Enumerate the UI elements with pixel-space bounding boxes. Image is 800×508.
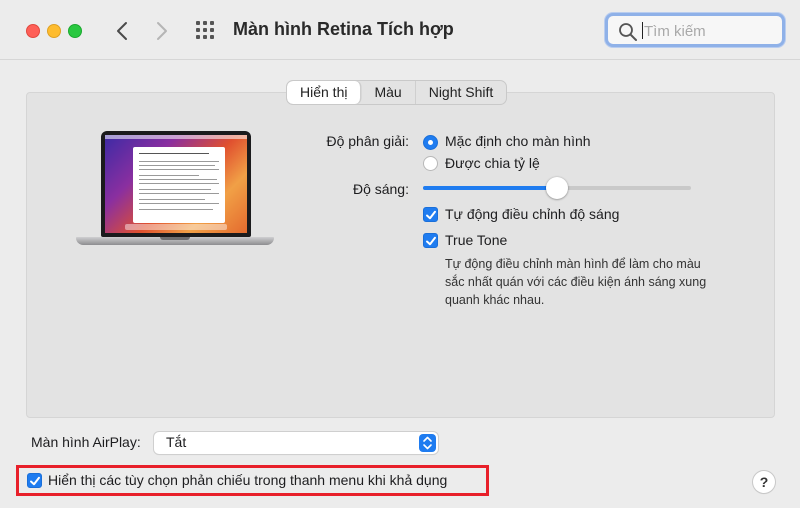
dock-graphic: [125, 224, 227, 230]
document-window-graphic: [133, 147, 225, 223]
forward-button[interactable]: [150, 18, 174, 44]
macbook-illustration: [76, 131, 274, 251]
tab-color[interactable]: Màu: [361, 81, 416, 104]
toolbar: Màn hình Retina Tích hợp: [0, 0, 800, 60]
brightness-slider-thumb[interactable]: [546, 177, 568, 199]
checkmark-icon: [30, 476, 40, 486]
screen-menubar: [105, 135, 247, 139]
brightness-slider-fill: [423, 186, 557, 190]
minimize-window-button[interactable]: [47, 24, 61, 38]
auto-brightness-label[interactable]: Tự động điều chỉnh độ sáng: [445, 206, 619, 222]
checkmark-icon: [426, 210, 436, 220]
tab-night-shift[interactable]: Night Shift: [416, 81, 507, 104]
laptop-notch: [160, 237, 190, 240]
close-window-button[interactable]: [26, 24, 40, 38]
show-mirroring-options-checkbox[interactable]: [27, 473, 42, 488]
chevron-left-icon: [117, 22, 127, 40]
window-title: Màn hình Retina Tích hợp: [233, 19, 454, 39]
chevron-right-icon: [157, 22, 167, 40]
show-mirroring-options-label[interactable]: Hiển thị các tùy chọn phản chiếu trong t…: [48, 472, 447, 488]
true-tone-label[interactable]: True Tone: [445, 232, 507, 248]
popup-arrows-icon: [419, 434, 436, 452]
grid-icon: [196, 21, 214, 39]
true-tone-checkbox[interactable]: [423, 233, 438, 248]
search-icon: [619, 23, 637, 41]
show-all-button[interactable]: [194, 20, 218, 42]
resolution-default-label[interactable]: Mặc định cho màn hình: [445, 133, 591, 149]
laptop-screen: [105, 135, 247, 233]
checkmark-icon: [426, 236, 436, 246]
airplay-display-label: Màn hình AirPlay:: [31, 434, 141, 450]
back-button[interactable]: [110, 18, 134, 44]
true-tone-description: Tự động điều chỉnh màn hình để làm cho m…: [445, 257, 707, 307]
airplay-selected-value: Tắt: [166, 434, 187, 450]
resolution-scaled-label[interactable]: Được chia tỷ lệ: [445, 155, 540, 171]
resolution-default-radio[interactable]: [423, 135, 438, 150]
search-field[interactable]: [605, 13, 785, 47]
brightness-slider[interactable]: [423, 177, 691, 199]
resolution-label: Độ phân giải:: [326, 133, 409, 149]
tab-bar: Hiển thị Màu Night Shift: [286, 80, 508, 105]
help-button[interactable]: ?: [753, 471, 775, 493]
resolution-scaled-radio[interactable]: [423, 156, 438, 171]
laptop-lid: [101, 131, 251, 237]
display-preferences-window: Màn hình Retina Tích hợp Hiển thị Màu Ni…: [0, 0, 800, 508]
tab-display[interactable]: Hiển thị: [287, 81, 362, 104]
search-input[interactable]: [644, 19, 774, 43]
text-caret: [642, 22, 643, 39]
brightness-label: Độ sáng:: [352, 181, 409, 197]
airplay-display-select[interactable]: Tắt: [154, 432, 438, 454]
zoom-window-button[interactable]: [68, 24, 82, 38]
auto-brightness-checkbox[interactable]: [423, 207, 438, 222]
